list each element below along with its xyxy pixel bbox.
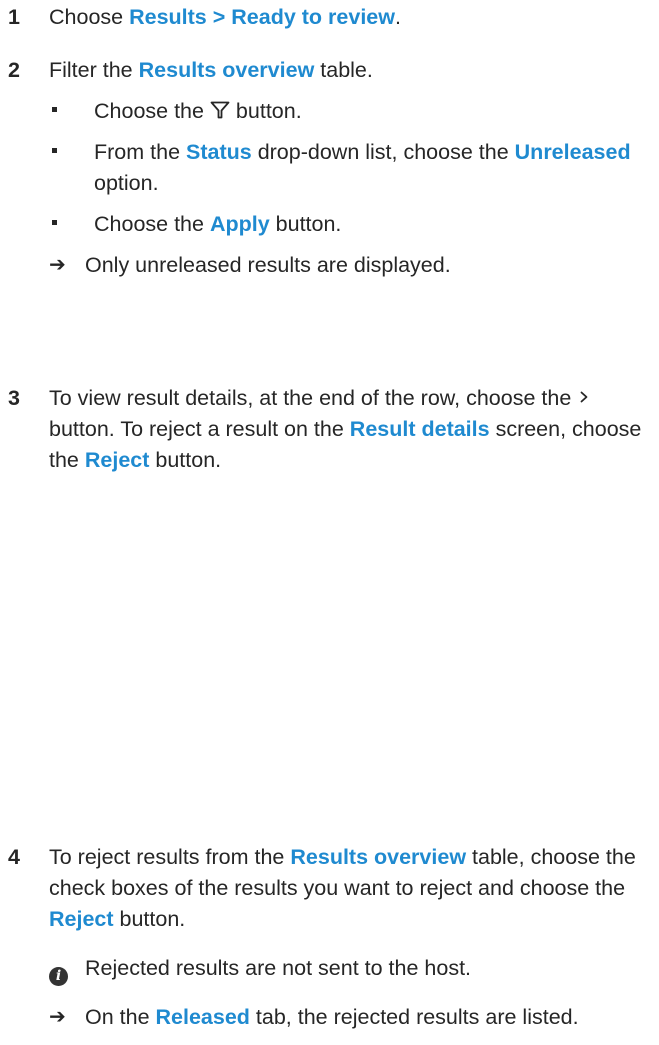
step-2: 2 Filter the Results overview table. Cho… — [8, 55, 653, 281]
text: button. — [113, 907, 186, 931]
note-text: Rejected results are not sent to the hos… — [85, 956, 472, 980]
step-number: 2 — [8, 58, 20, 82]
button-name: Reject — [49, 907, 114, 931]
table-name: Results overview — [290, 845, 467, 869]
text: To reject results from the — [49, 845, 291, 869]
text: Filter the — [49, 58, 139, 82]
button-name: Apply — [209, 212, 270, 236]
bullet-item: Choose the button. — [49, 96, 653, 127]
text: . — [394, 5, 401, 29]
step-3: 3 To view result details, at the end of … — [8, 383, 653, 476]
bullet-item: From the Status drop-down list, choose t… — [49, 137, 653, 199]
result-arrow-icon: ➔ — [49, 1006, 66, 1028]
info-icon: i — [49, 958, 79, 989]
step-number: 3 — [8, 386, 20, 410]
text: option. — [94, 171, 159, 195]
text: button. To reject a result on the — [49, 417, 350, 441]
text: drop-down list, choose the — [251, 140, 515, 164]
text: table. — [314, 58, 373, 82]
step-text: To reject results from the Results overv… — [49, 842, 653, 1033]
note-item: i Rejected results are not sent to the h… — [49, 953, 653, 986]
result-item: ➔ Only unreleased results are displayed. — [49, 250, 653, 281]
step-text: Choose Results > Ready to review. — [49, 2, 653, 33]
text: From the — [94, 140, 186, 164]
result-text: Only unreleased results are displayed. — [85, 253, 451, 277]
text: button. — [229, 99, 302, 123]
step-1: 1 Choose Results > Ready to review. — [8, 2, 653, 33]
chevron-right-icon — [580, 391, 588, 403]
text: Choose — [49, 5, 130, 29]
menu-path: Results > Ready to review — [129, 5, 395, 29]
text: tab, the rejected results are listed. — [249, 1005, 579, 1029]
table-name: Results overview — [138, 58, 315, 82]
tab-name: Released — [155, 1005, 250, 1029]
bullet-item: Choose the Apply button. — [49, 209, 653, 240]
step-4: 4 To reject results from the Results ove… — [8, 842, 653, 1033]
step-text: To view result details, at the end of th… — [49, 383, 653, 476]
text: button. — [149, 448, 222, 472]
text: Choose the — [94, 99, 210, 123]
result-arrow-icon: ➔ — [49, 254, 66, 276]
bullet-marker — [49, 96, 79, 127]
option-name: Unreleased — [514, 140, 631, 164]
text: To view result details, at the end of th… — [49, 386, 578, 410]
result-item: ➔ On the Released tab, the rejected resu… — [49, 1002, 653, 1033]
button-name: Reject — [84, 448, 150, 472]
text: button. — [269, 212, 342, 236]
bullet-marker — [49, 209, 79, 240]
filter-funnel-icon — [210, 101, 230, 119]
step-number: 1 — [8, 5, 20, 29]
text: On the — [85, 1005, 156, 1029]
screen-name: Result details — [349, 417, 490, 441]
text: Choose the — [94, 212, 210, 236]
step-text: Filter the Results overview table. Choos… — [49, 55, 653, 281]
dropdown-name: Status — [186, 140, 252, 164]
step-number: 4 — [8, 845, 20, 869]
bullet-marker — [49, 137, 79, 168]
